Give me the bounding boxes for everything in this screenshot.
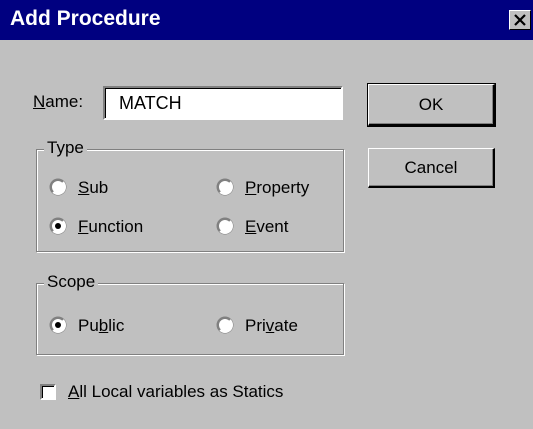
radio-event[interactable] [217, 218, 233, 234]
type-group-title: Type [44, 138, 87, 158]
close-button[interactable] [509, 10, 531, 30]
radio-public[interactable] [50, 317, 66, 333]
scope-group-title: Scope [44, 272, 99, 292]
radio-property-label[interactable]: Property [245, 178, 309, 198]
radio-function[interactable] [50, 218, 66, 234]
radio-public-label[interactable]: Public [78, 316, 124, 336]
radio-event-label[interactable]: Event [245, 217, 288, 237]
add-procedure-dialog: Add Procedure Name: MATCH OK Cancel Type… [0, 0, 533, 429]
name-label: Name: [33, 92, 84, 111]
name-input-value: MATCH [119, 93, 182, 113]
radio-function-label[interactable]: Function [78, 217, 143, 237]
radio-property[interactable] [217, 179, 233, 195]
statics-checkbox-label[interactable]: All Local variables as Statics [68, 382, 283, 402]
radio-private[interactable] [217, 317, 233, 333]
ok-button[interactable]: OK [367, 83, 496, 127]
close-icon [514, 14, 526, 26]
cancel-button[interactable]: Cancel [368, 148, 495, 188]
name-input[interactable]: MATCH [103, 86, 343, 120]
dialog-title: Add Procedure [10, 7, 161, 30]
radio-private-label[interactable]: Private [245, 316, 298, 336]
radio-sub[interactable] [50, 179, 66, 195]
statics-checkbox[interactable] [40, 384, 56, 400]
title-bar[interactable]: Add Procedure [0, 0, 533, 40]
radio-sub-label[interactable]: Sub [78, 178, 108, 198]
